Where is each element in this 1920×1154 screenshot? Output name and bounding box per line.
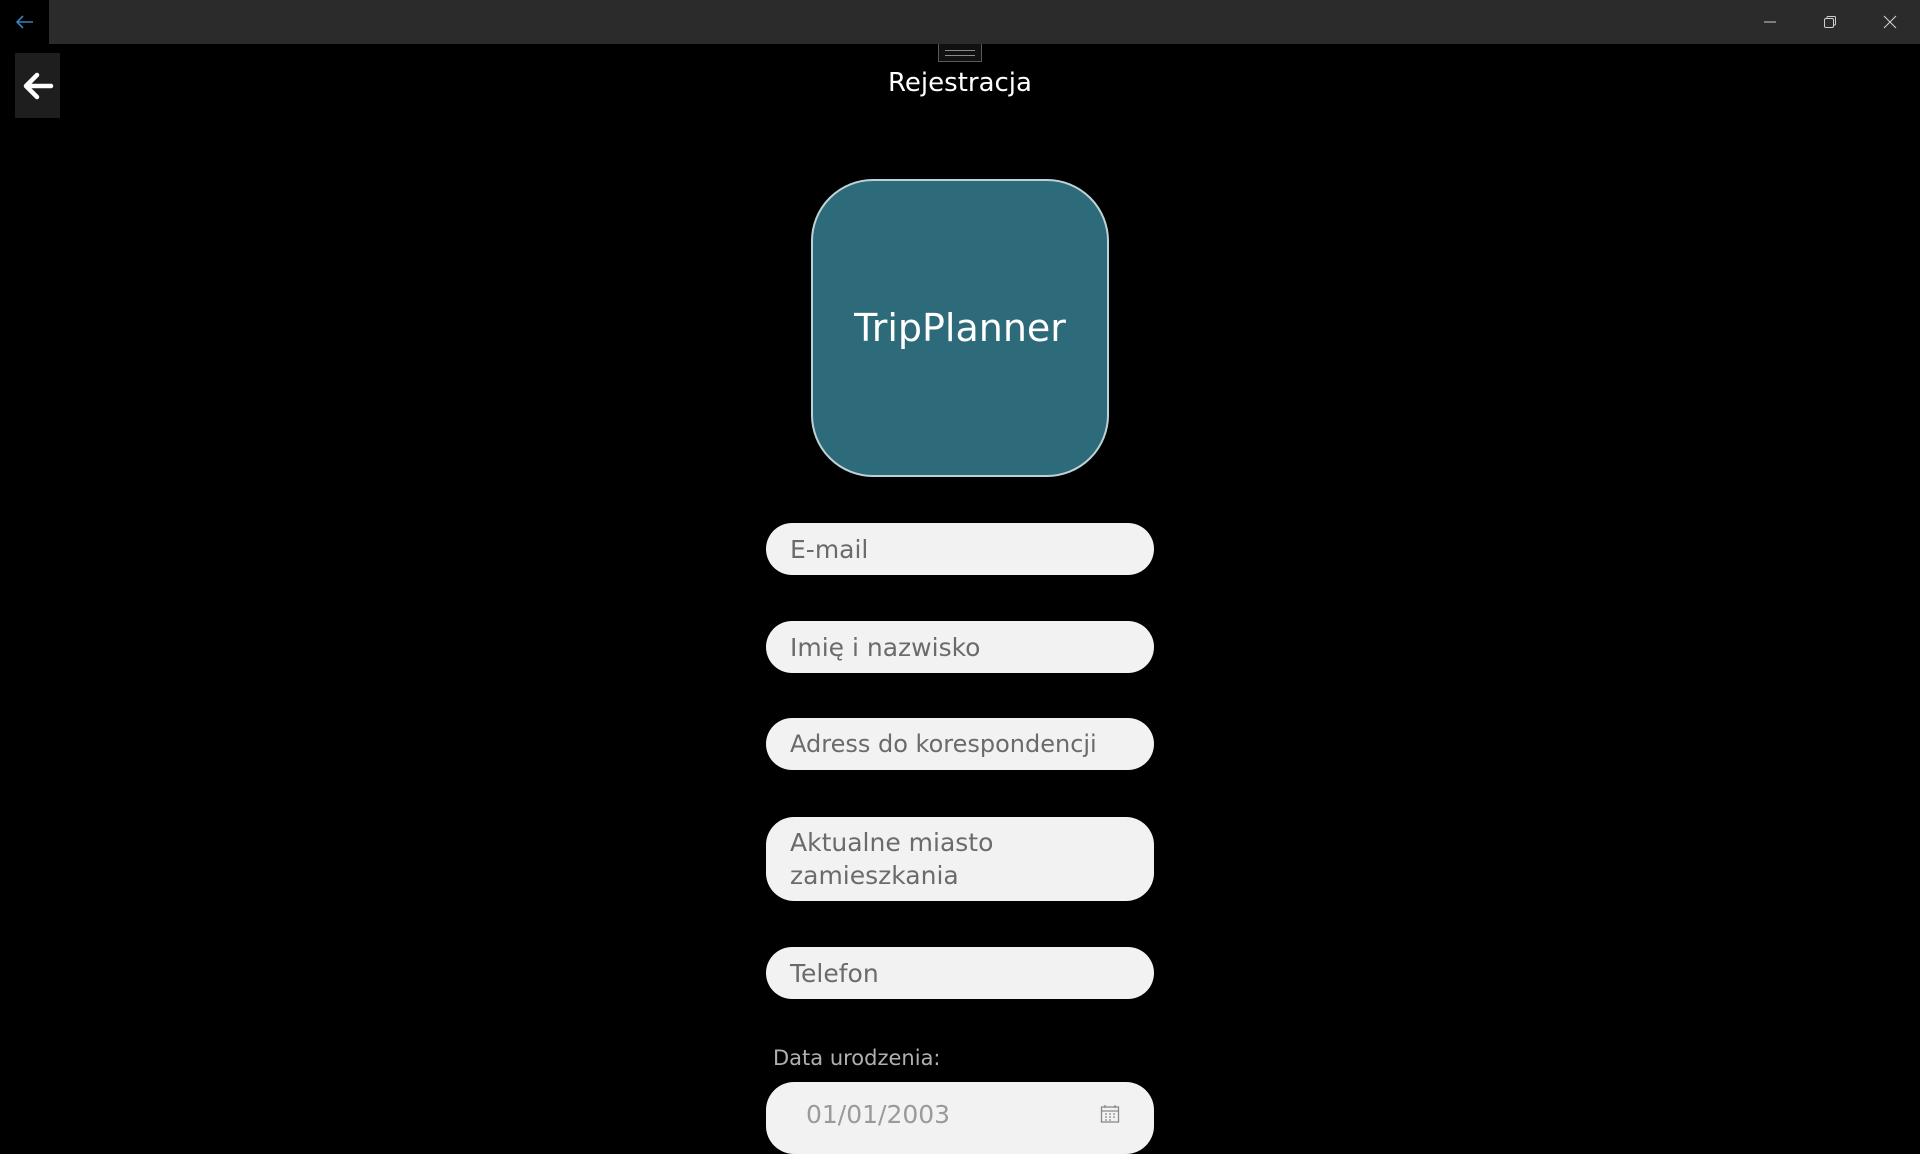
page-title: Rejestracja [888, 68, 1032, 98]
full-name-placeholder: Imię i nazwisko [790, 632, 981, 662]
birthdate-label: Data urodzenia: [773, 1046, 941, 1070]
titlebar-back-button[interactable] [0, 0, 49, 44]
window-titlebar [0, 0, 1920, 44]
close-button[interactable] [1860, 0, 1920, 44]
close-icon [1883, 15, 1897, 29]
full-name-field[interactable]: Imię i nazwisko [766, 621, 1154, 673]
email-placeholder: E-mail [790, 534, 869, 564]
city-field[interactable]: Aktualne miasto zamieszkania [766, 817, 1154, 901]
minimize-icon [1764, 21, 1776, 23]
drag-handle[interactable] [938, 44, 982, 62]
minimize-button[interactable] [1740, 0, 1800, 44]
arrow-left-icon [15, 15, 33, 29]
birthdate-value: 01/01/2003 [806, 1100, 951, 1129]
birthdate-picker[interactable]: 01/01/2003 [766, 1082, 1154, 1154]
back-button[interactable] [15, 53, 60, 118]
phone-placeholder: Telefon [790, 958, 879, 988]
calendar-icon [1100, 1105, 1120, 1123]
app-logo: TripPlanner [811, 179, 1109, 477]
address-placeholder: Adress do korespondencji [790, 729, 1097, 758]
email-field[interactable]: E-mail [766, 523, 1154, 575]
maximize-button[interactable] [1800, 0, 1860, 44]
address-field[interactable]: Adress do korespondencji [766, 718, 1154, 770]
city-placeholder: Aktualne miasto zamieszkania [790, 828, 994, 890]
arrow-left-icon [23, 72, 53, 99]
restore-icon [1824, 16, 1836, 28]
logo-text: TripPlanner [854, 306, 1066, 350]
phone-field[interactable]: Telefon [766, 947, 1154, 999]
